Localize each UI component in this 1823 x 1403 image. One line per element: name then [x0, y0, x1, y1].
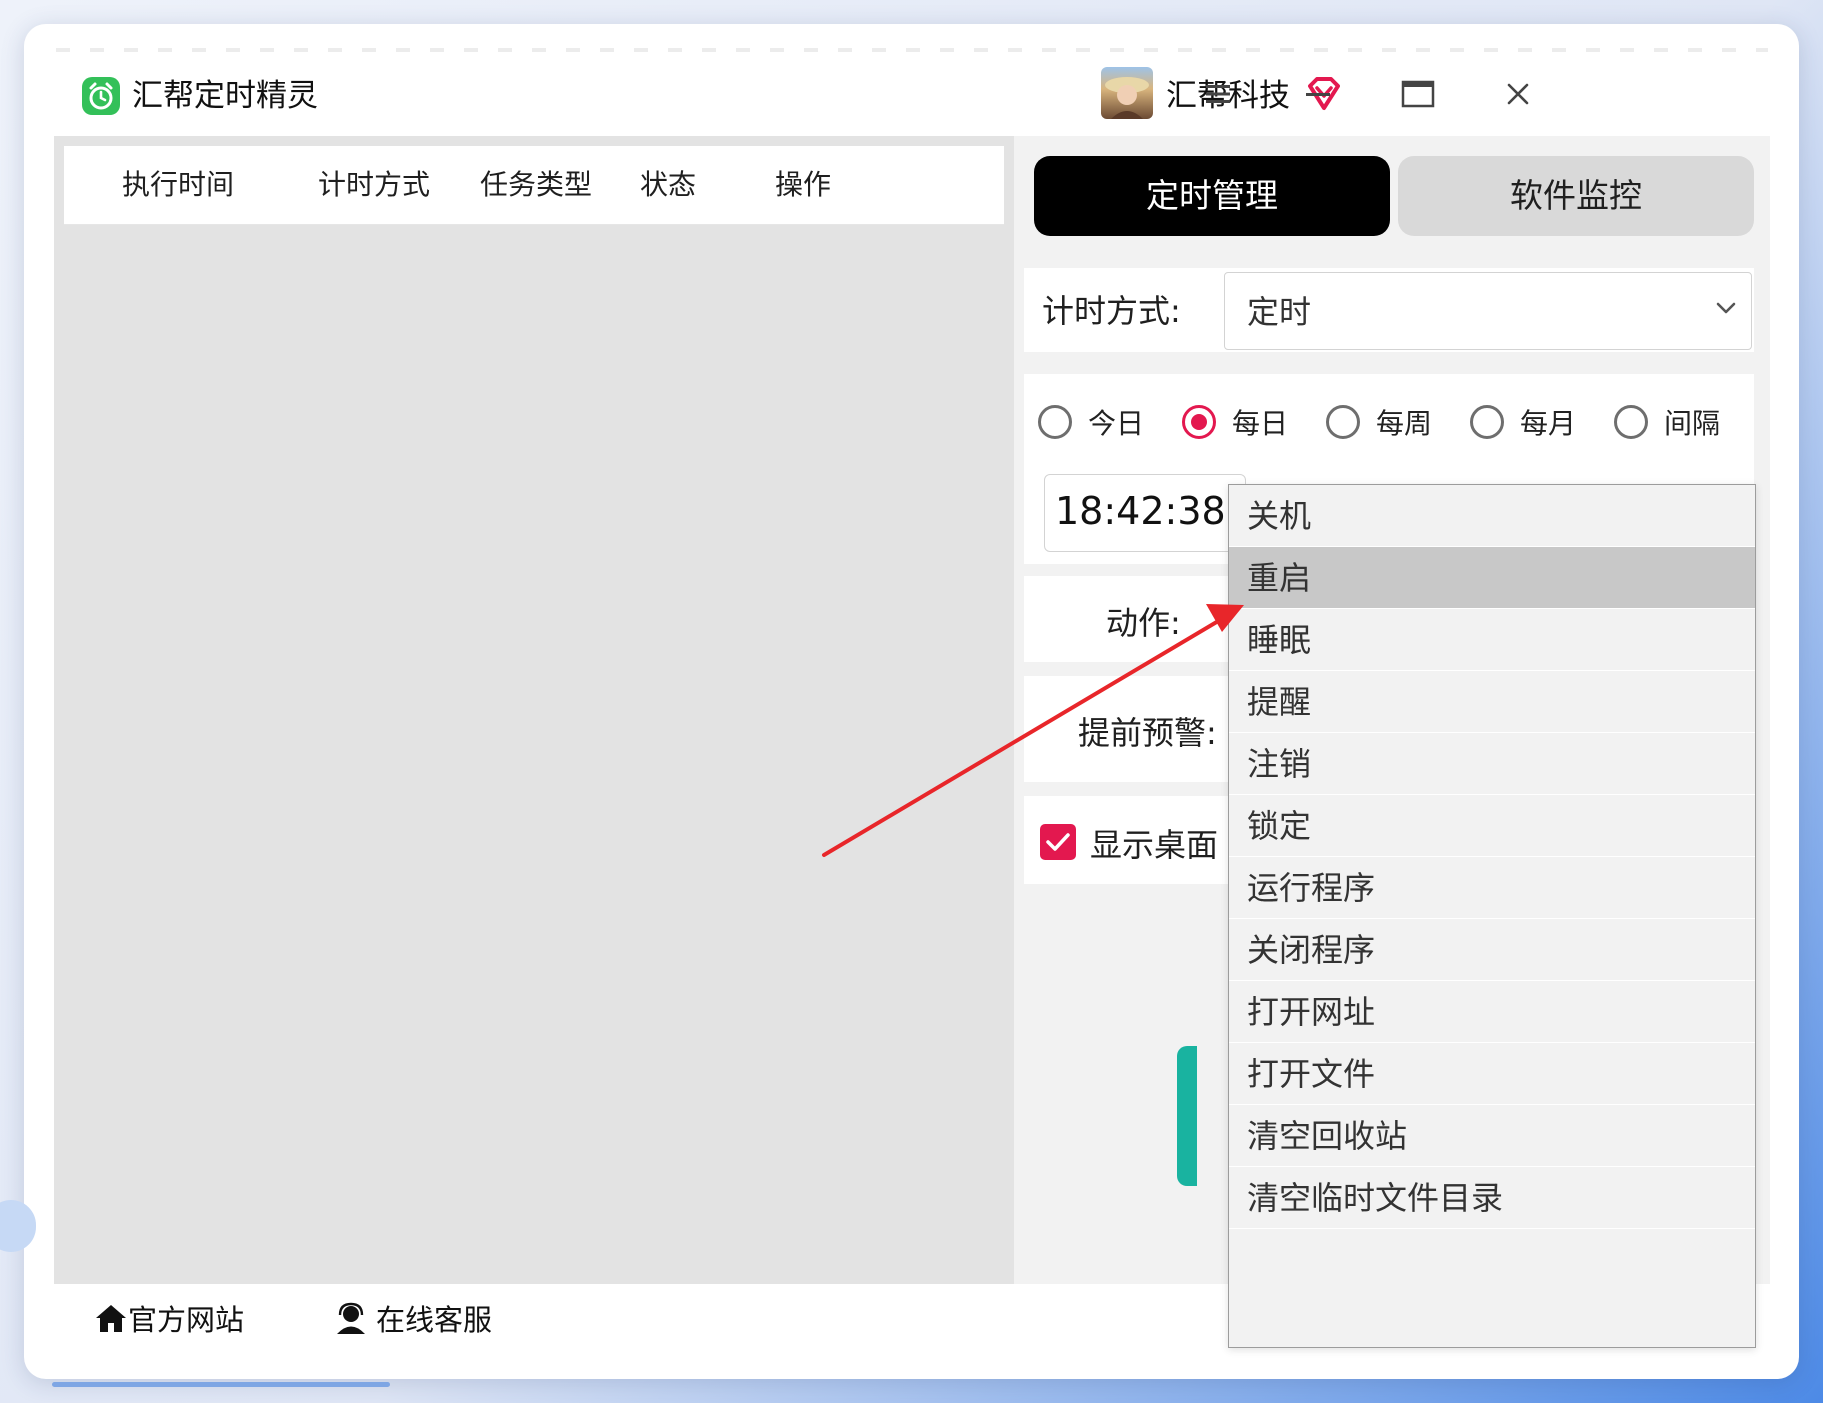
- timing-mode-value: 定时: [1247, 293, 1312, 331]
- alarm-clock-icon: [82, 77, 120, 115]
- timing-mode-label: 计时方式:: [1042, 292, 1181, 330]
- maximize-button[interactable]: [1392, 68, 1444, 120]
- radio-button[interactable]: [1326, 405, 1360, 439]
- radio-daily[interactable]: 每日: [1182, 398, 1288, 446]
- radio-label: 每周: [1376, 407, 1433, 440]
- online-support-label: 在线客服: [376, 1303, 493, 1337]
- close-icon: [1507, 83, 1529, 105]
- timing-mode-select[interactable]: 定时: [1224, 272, 1752, 350]
- dropdown-option-restart[interactable]: 重启: [1229, 547, 1755, 609]
- close-button[interactable]: [1492, 68, 1544, 120]
- minimize-icon: [1306, 93, 1330, 96]
- radio-label: 每日: [1232, 407, 1289, 440]
- maximize-icon: [1401, 80, 1435, 108]
- timing-mode-row: 计时方式: 定时: [1024, 268, 1754, 352]
- hamburger-menu-button[interactable]: [1192, 68, 1244, 120]
- column-header-timing-mode[interactable]: 计时方式: [318, 146, 430, 224]
- radio-button-checked[interactable]: [1182, 405, 1216, 439]
- dropdown-option-open-url[interactable]: 打开网址: [1229, 981, 1755, 1043]
- radio-weekly[interactable]: 每周: [1326, 398, 1432, 446]
- dropdown-option-open-file[interactable]: 打开文件: [1229, 1043, 1755, 1105]
- radio-label: 今日: [1088, 407, 1145, 440]
- radio-label: 间隔: [1664, 407, 1721, 440]
- time-input[interactable]: 18:42:38: [1044, 474, 1246, 552]
- app-title: 汇帮定时精灵: [132, 78, 318, 114]
- radio-button[interactable]: [1470, 405, 1504, 439]
- official-website-link[interactable]: 官方网站: [94, 1294, 244, 1342]
- task-list-panel: 执行时间 计时方式 任务类型 状态 操作: [54, 136, 1014, 1284]
- dropdown-option-run-program[interactable]: 运行程序: [1229, 857, 1755, 919]
- tab-timer-management[interactable]: 定时管理: [1034, 156, 1390, 236]
- official-website-label: 官方网站: [128, 1303, 245, 1337]
- action-label: 动作:: [1106, 604, 1181, 642]
- home-icon: [96, 1305, 126, 1332]
- radio-interval[interactable]: 间隔: [1614, 398, 1720, 446]
- radio-button[interactable]: [1038, 405, 1072, 439]
- radio-monthly[interactable]: 每月: [1470, 398, 1576, 446]
- dropdown-option-reminder[interactable]: 提醒: [1229, 671, 1755, 733]
- column-header-task-type[interactable]: 任务类型: [480, 146, 592, 224]
- radio-today[interactable]: 今日: [1038, 398, 1144, 446]
- radio-button[interactable]: [1614, 405, 1648, 439]
- show-desktop-checkbox[interactable]: [1040, 824, 1076, 860]
- column-header-operation[interactable]: 操作: [775, 146, 831, 224]
- title-bar: 汇帮定时精灵 汇帮科技: [52, 52, 1770, 134]
- dropdown-option-empty-recycle-bin[interactable]: 清空回收站: [1229, 1105, 1755, 1167]
- action-dropdown-list: 关机 重启 睡眠 提醒 注销 锁定 运行程序 关闭程序 打开网址 打开文件 清空…: [1228, 484, 1756, 1348]
- tab-software-monitor[interactable]: 软件监控: [1398, 156, 1754, 236]
- headset-user-icon: [337, 1302, 365, 1334]
- show-desktop-label: 显示桌面: [1090, 826, 1219, 864]
- checkmark-icon: [1046, 833, 1070, 851]
- hamburger-icon: [1206, 85, 1230, 103]
- warning-label: 提前预警:: [1078, 714, 1217, 752]
- column-header-status[interactable]: 状态: [640, 146, 696, 224]
- dropdown-option-shutdown[interactable]: 关机: [1229, 485, 1755, 547]
- column-header-exec-time[interactable]: 执行时间: [122, 146, 234, 224]
- minimize-button[interactable]: [1292, 68, 1344, 120]
- dropdown-option-logoff[interactable]: 注销: [1229, 733, 1755, 795]
- background-scrollbar: [52, 1382, 390, 1387]
- user-avatar[interactable]: [1101, 67, 1153, 119]
- task-table-header: 执行时间 计时方式 任务类型 状态 操作: [64, 146, 1004, 225]
- dropdown-option-close-program[interactable]: 关闭程序: [1229, 919, 1755, 981]
- start-button-edge[interactable]: [1177, 1046, 1197, 1186]
- time-value: 18:42:38: [1055, 489, 1226, 533]
- radio-label: 每月: [1520, 407, 1577, 440]
- online-support-link[interactable]: 在线客服: [334, 1294, 492, 1342]
- dropdown-option-clear-temp-dir[interactable]: 清空临时文件目录: [1229, 1167, 1755, 1229]
- chevron-down-icon: [1716, 302, 1736, 314]
- dropdown-option-lock[interactable]: 锁定: [1229, 795, 1755, 857]
- dropdown-option-sleep[interactable]: 睡眠: [1229, 609, 1755, 671]
